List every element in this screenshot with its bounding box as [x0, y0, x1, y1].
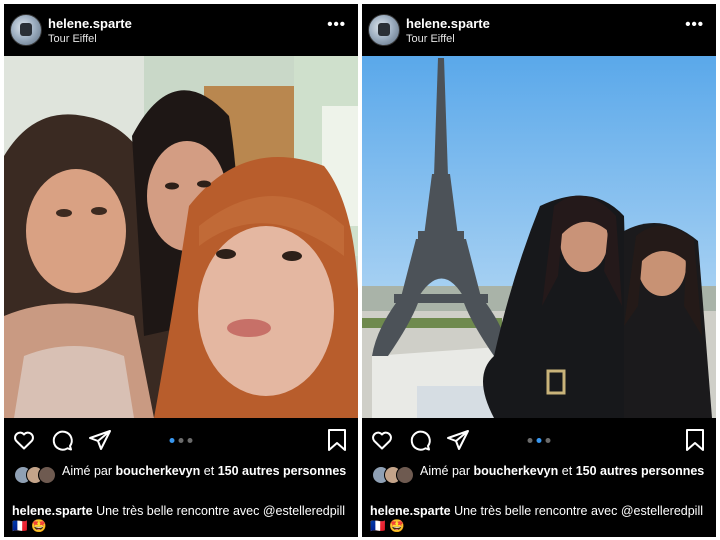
- comment-icon[interactable]: [50, 428, 74, 452]
- post-photo[interactable]: [362, 56, 716, 418]
- post-username[interactable]: helene.sparte: [48, 16, 132, 31]
- likes-connector: et: [561, 464, 573, 478]
- carousel-dot: [169, 438, 175, 443]
- share-icon[interactable]: [88, 428, 112, 452]
- carousel-dot: [187, 438, 193, 443]
- likes-summary: Aimé par boucherkevyn et 150 autres pers…: [370, 464, 710, 498]
- likes-summary: Aimé par boucherkevyn et 150 autres pers…: [12, 464, 352, 498]
- carousel-dot: [178, 438, 184, 443]
- bookmark-icon[interactable]: [326, 428, 348, 452]
- likes-prefix: Aimé par: [420, 464, 471, 478]
- caption-emojis: 🇫🇷 🤩: [12, 519, 47, 533]
- comment-icon[interactable]: [408, 428, 432, 452]
- post-actions-bar: [362, 424, 716, 456]
- post-caption: helene.sparte Une très belle rencontre a…: [12, 504, 352, 534]
- post-photo[interactable]: [4, 56, 358, 418]
- bookmark-icon[interactable]: [684, 428, 706, 452]
- profile-avatar[interactable]: [368, 14, 400, 46]
- carousel-dot: [536, 438, 542, 443]
- likes-suffix[interactable]: personnes: [641, 464, 704, 478]
- post-caption: helene.sparte Une très belle rencontre a…: [370, 504, 710, 534]
- post-header: helene.sparte Tour Eiffel •••: [4, 4, 358, 56]
- caption-text: Une très belle rencontre avec: [96, 504, 260, 518]
- instagram-post-1: helene.sparte Tour Eiffel ••• Aimé par b…: [4, 4, 358, 537]
- likes-prefix: Aimé par: [62, 464, 113, 478]
- caption-username[interactable]: helene.sparte: [12, 504, 93, 518]
- caption-emojis: 🇫🇷 🤩: [370, 519, 405, 533]
- profile-avatar[interactable]: [10, 14, 42, 46]
- caption-mention[interactable]: @estelleredpill: [621, 504, 703, 518]
- more-options-icon[interactable]: •••: [327, 16, 346, 33]
- liker-avatar: [396, 466, 414, 484]
- likes-text: Aimé par boucherkevyn et 150 autres pers…: [62, 464, 348, 479]
- liker-avatars[interactable]: [372, 466, 416, 484]
- carousel-dot: [527, 438, 533, 443]
- likes-suffix[interactable]: personnes: [283, 464, 346, 478]
- caption-mention[interactable]: @estelleredpill: [263, 504, 345, 518]
- likes-count[interactable]: 150 autres: [576, 464, 638, 478]
- share-icon[interactable]: [446, 428, 470, 452]
- heart-icon[interactable]: [370, 428, 394, 452]
- post-location[interactable]: Tour Eiffel: [406, 33, 455, 45]
- post-actions-bar: [4, 424, 358, 456]
- caption-text: Une très belle rencontre avec: [454, 504, 618, 518]
- more-options-icon[interactable]: •••: [685, 16, 704, 33]
- heart-icon[interactable]: [12, 428, 36, 452]
- post-header: helene.sparte Tour Eiffel •••: [362, 4, 716, 56]
- selfie-photo: [4, 56, 358, 418]
- caption-username[interactable]: helene.sparte: [370, 504, 451, 518]
- carousel-indicator: [527, 438, 551, 443]
- liker-avatar: [38, 466, 56, 484]
- carousel-indicator: [169, 438, 193, 443]
- eiffel-tower-photo: [362, 56, 716, 418]
- instagram-post-2: helene.sparte Tour Eiffel ••• Aimé par b…: [362, 4, 716, 537]
- post-username[interactable]: helene.sparte: [406, 16, 490, 31]
- carousel-dot: [545, 438, 551, 443]
- post-location[interactable]: Tour Eiffel: [48, 33, 97, 45]
- likes-text: Aimé par boucherkevyn et 150 autres pers…: [420, 464, 706, 479]
- likes-count[interactable]: 150 autres: [218, 464, 280, 478]
- liker-username[interactable]: boucherkevyn: [116, 464, 201, 478]
- liker-username[interactable]: boucherkevyn: [474, 464, 559, 478]
- likes-connector: et: [203, 464, 215, 478]
- liker-avatars[interactable]: [14, 466, 58, 484]
